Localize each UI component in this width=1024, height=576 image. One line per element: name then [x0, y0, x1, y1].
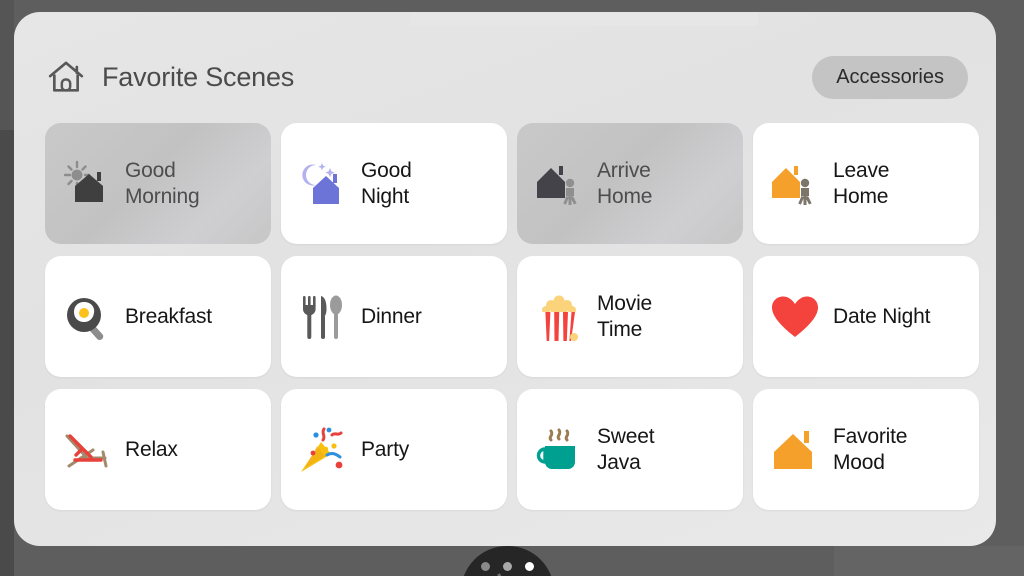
scene-card-dinner[interactable]: Dinner: [281, 256, 507, 377]
bezel-bottom-right: [834, 546, 1024, 576]
scene-card-date-night[interactable]: Date Night: [753, 256, 979, 377]
scene-label: Movie Time: [597, 291, 653, 341]
home-outline-icon: [48, 61, 84, 92]
page-title: Favorite Scenes: [102, 61, 295, 92]
app-panel: Favorite Scenes Accessories Good Morning…: [14, 12, 996, 546]
scene-card-good-morning[interactable]: Good Morning: [45, 123, 271, 244]
indicator-dot-3: [525, 562, 534, 571]
orange-house-person-icon: [772, 165, 812, 205]
scene-grid: Good Morning Good Night Arrive Home Leav…: [45, 123, 979, 510]
scene-card-party[interactable]: Party: [281, 389, 507, 510]
scene-label: Good Morning: [125, 158, 200, 208]
scene-label: Favorite Mood: [833, 424, 908, 474]
coffee-mug-icon: [536, 428, 575, 469]
moon-stars-house-icon: [302, 162, 339, 204]
scene-card-breakfast[interactable]: Breakfast: [45, 256, 271, 377]
scene-label: Breakfast: [125, 304, 212, 328]
scene-label: Good Night: [361, 158, 412, 208]
scene-label: Leave Home: [833, 158, 890, 208]
frying-pan-egg-icon: [67, 297, 104, 340]
header: Favorite Scenes Accessories: [46, 42, 968, 112]
indicator-dot-1: [481, 562, 490, 571]
scene-card-favorite-mood[interactable]: Favorite Mood: [753, 389, 979, 510]
scene-card-leave-home[interactable]: Leave Home: [753, 123, 979, 244]
indicator-dot-2: [503, 562, 512, 571]
sun-house-icon: [63, 160, 103, 202]
orange-house-icon: [774, 430, 812, 469]
scene-label: Sweet Java: [597, 424, 655, 474]
popcorn-icon: [542, 295, 578, 341]
scene-label: Date Night: [833, 304, 931, 328]
bezel-left-strip-upper: [0, 0, 14, 130]
panel-notch: [410, 12, 758, 26]
accessories-button[interactable]: Accessories: [812, 56, 968, 99]
scene-label: Relax: [125, 437, 178, 461]
scene-card-sweet-java[interactable]: Sweet Java: [517, 389, 743, 510]
scene-label: Arrive Home: [597, 158, 653, 208]
device-bezel: Favorite Scenes Accessories Good Morning…: [0, 0, 1024, 576]
scene-card-good-night[interactable]: Good Night: [281, 123, 507, 244]
scene-label: Party: [361, 437, 410, 461]
fork-knife-spoon-icon: [303, 295, 342, 339]
scene-card-relax[interactable]: Relax: [45, 389, 271, 510]
house-person-icon: [537, 165, 577, 205]
party-popper-icon: [301, 427, 343, 472]
scene-card-arrive-home[interactable]: Arrive Home: [517, 123, 743, 244]
deck-chair-icon: [65, 433, 108, 467]
bottom-indicator: [461, 546, 554, 576]
heart-icon: [772, 296, 818, 337]
scene-label: Dinner: [361, 304, 422, 328]
scene-card-movie-time[interactable]: Movie Time: [517, 256, 743, 377]
